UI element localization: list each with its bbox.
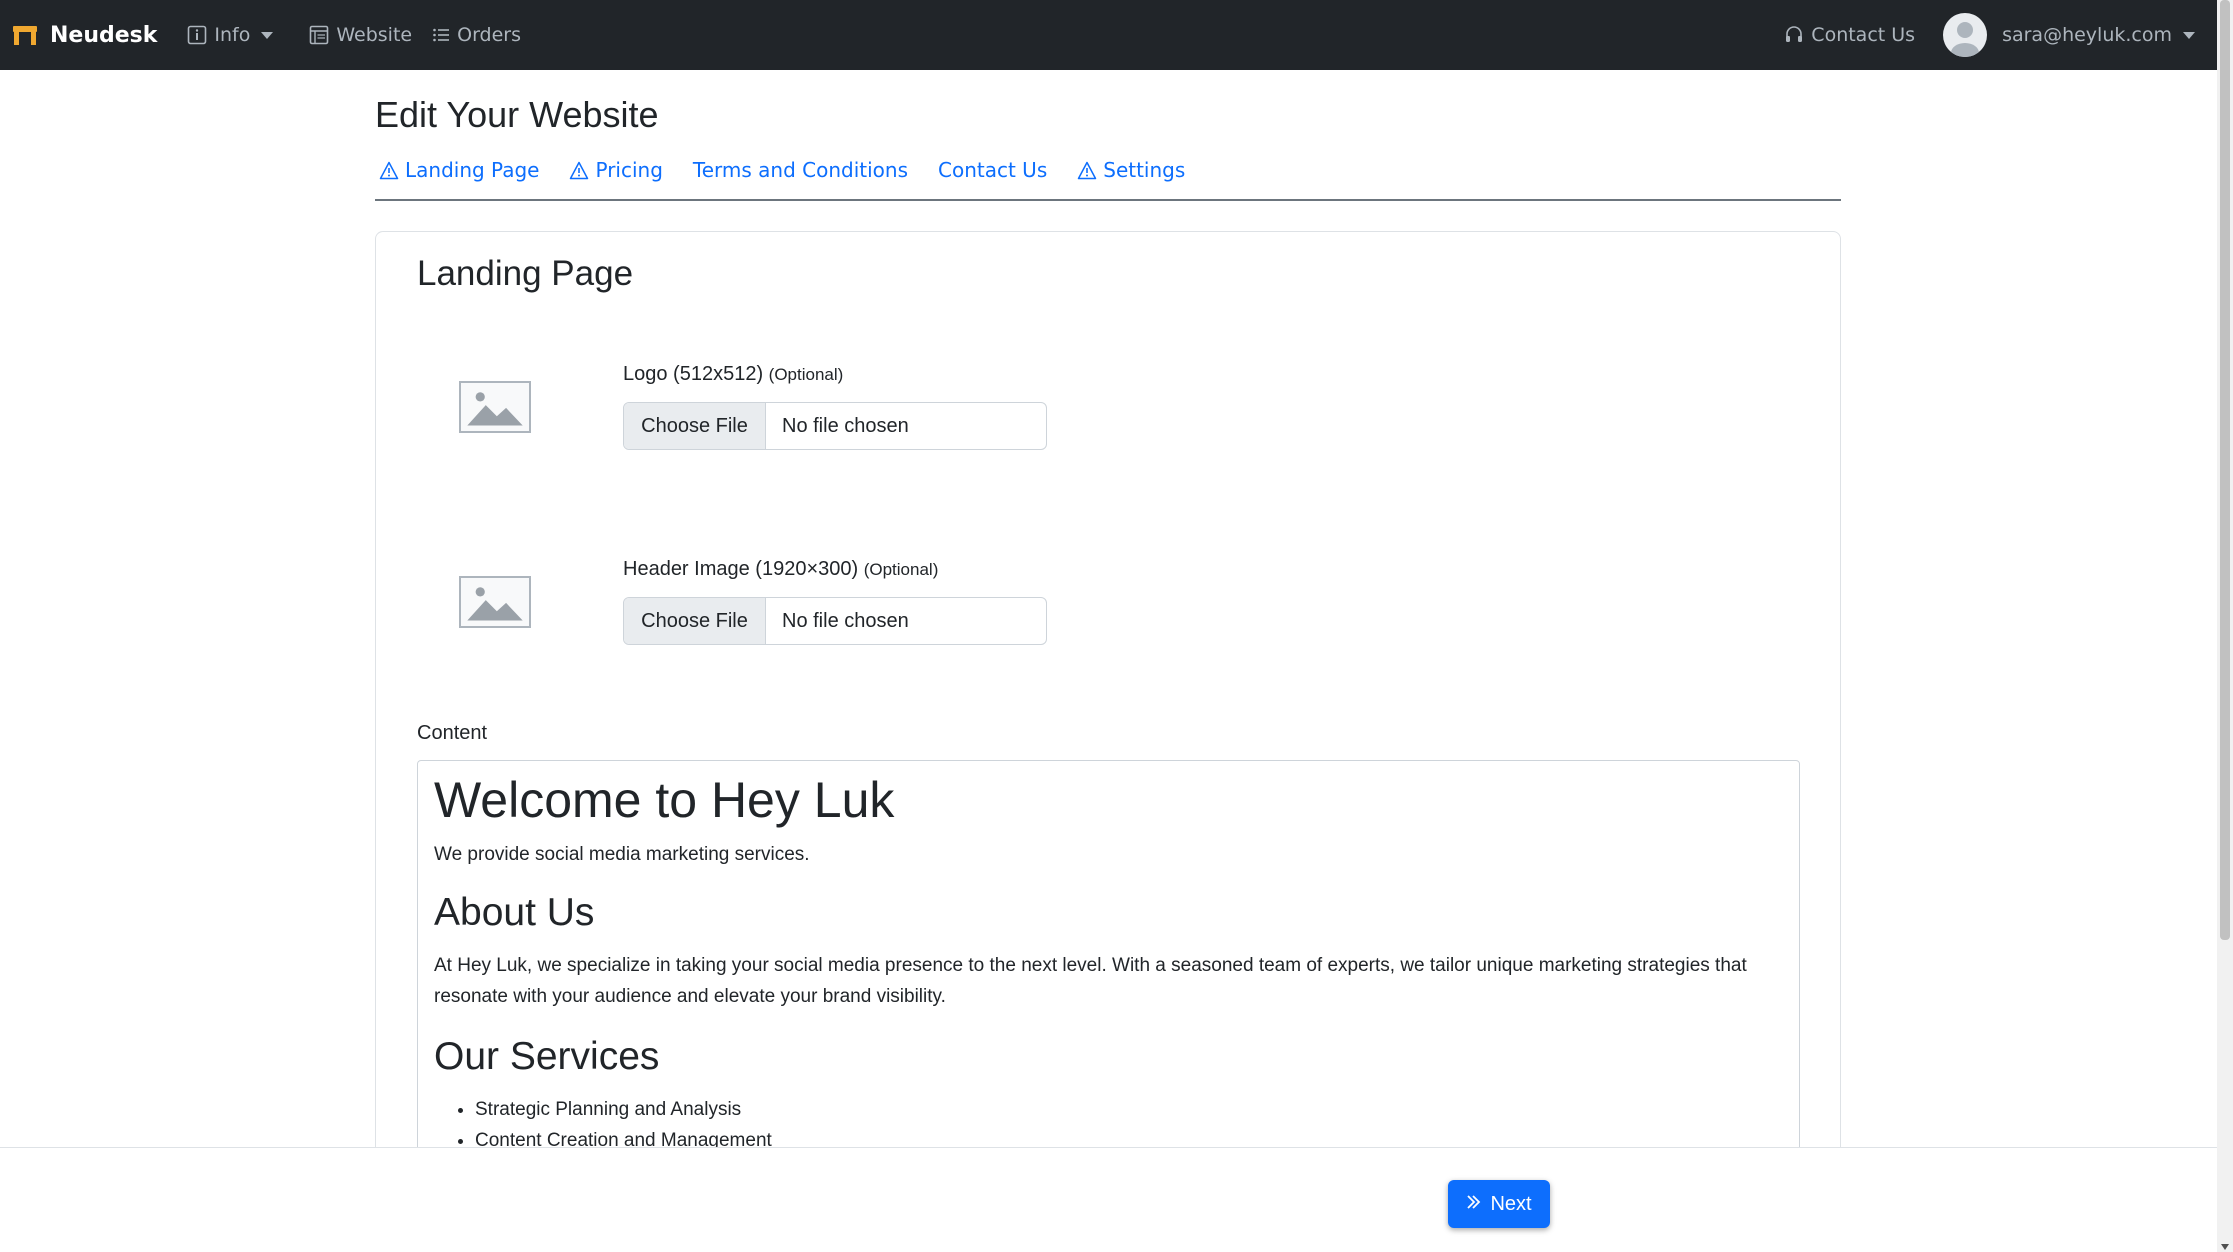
logo-label: Logo (512x512) (Optional): [623, 363, 843, 386]
tab-label: Settings: [1103, 158, 1186, 182]
header-image-label-text: Header Image (1920×300): [623, 558, 859, 580]
nav-info-dropdown[interactable]: Info: [187, 24, 274, 46]
page-scrollbar[interactable]: [2217, 0, 2233, 1252]
tab-label: Terms and Conditions: [692, 158, 909, 182]
editor-heading: Welcome to Hey Luk: [434, 772, 895, 828]
file-status: No file chosen: [782, 609, 909, 632]
sticky-footer: Next: [0, 1147, 2217, 1252]
card-title: Landing Page: [417, 254, 634, 293]
chevron-down-icon: [261, 31, 274, 39]
header-image-file-input[interactable]: Choose File No file chosen: [623, 597, 1047, 645]
list-item: Strategic Planning and Analysis: [475, 1094, 1783, 1125]
warning-icon: [379, 161, 399, 180]
tab-pricing[interactable]: Pricing: [565, 158, 663, 182]
tab-label: Pricing: [595, 158, 663, 182]
landing-page-card: Landing Page Logo (512x512) (Optional) C…: [375, 231, 1841, 1240]
user-menu-dropdown[interactable]: sara@heyluk.com: [1943, 13, 2195, 57]
choose-file-button[interactable]: Choose File: [624, 598, 766, 644]
tab-contact-us[interactable]: Contact Us: [934, 158, 1047, 182]
brand-name: Neudesk: [50, 22, 158, 48]
nav-orders[interactable]: Orders: [432, 24, 521, 46]
list-icon: [432, 26, 450, 44]
scrollbar-thumb[interactable]: [2220, 0, 2230, 940]
nav-contact-us[interactable]: Contact Us: [1784, 24, 1915, 46]
logo-file-input[interactable]: Choose File No file chosen: [623, 402, 1047, 450]
editor-services-heading: Our Services: [434, 1035, 660, 1078]
nav-info-label: Info: [214, 24, 251, 46]
choose-file-button[interactable]: Choose File: [624, 403, 766, 449]
section-tabs: Landing Page Pricing Terms and Condition…: [375, 158, 1841, 201]
header-preview-image-icon: [459, 576, 531, 628]
info-icon: [187, 25, 207, 45]
editor-intro: We provide social media marketing servic…: [434, 844, 810, 865]
page-title: Edit Your Website: [375, 94, 659, 135]
logo-preview-image-icon: [459, 381, 531, 433]
tab-landing-page[interactable]: Landing Page: [375, 158, 539, 182]
nav-website-label: Website: [336, 24, 413, 46]
nav-right: Contact Us sara@heyluk.com: [1784, 13, 2195, 57]
headset-icon: [1784, 25, 1804, 45]
editor-about-heading: About Us: [434, 891, 595, 934]
tab-settings[interactable]: Settings: [1073, 158, 1185, 182]
warning-icon: [569, 161, 589, 180]
logo-label-text: Logo (512x512): [623, 363, 764, 385]
header-image-label: Header Image (1920×300) (Optional): [623, 558, 938, 581]
optional-tag: (Optional): [863, 560, 939, 579]
editor-about-text: At Hey Luk, we specialize in taking your…: [434, 955, 1747, 1007]
content-label: Content: [417, 722, 488, 744]
website-icon: [309, 25, 329, 45]
double-chevron-right-icon: [1466, 1193, 1482, 1216]
nav-contact-label: Contact Us: [1811, 24, 1916, 46]
desk-icon: [12, 24, 38, 46]
user-email: sara@heyluk.com: [2002, 24, 2172, 46]
next-button[interactable]: Next: [1448, 1180, 1550, 1228]
nav-website[interactable]: Website: [309, 24, 412, 46]
file-status: No file chosen: [782, 414, 909, 437]
top-navbar: Neudesk Info Website Orders Contact Us s…: [0, 0, 2217, 70]
tab-terms-and-conditions[interactable]: Terms and Conditions: [689, 158, 908, 182]
nav-left: Info Website Orders: [187, 24, 521, 46]
tab-label: Landing Page: [405, 158, 540, 182]
tab-label: Contact Us: [938, 158, 1048, 182]
chevron-down-icon: [2183, 31, 2195, 39]
nav-orders-label: Orders: [457, 24, 522, 46]
warning-icon: [1077, 161, 1097, 180]
scroll-down-arrow-icon[interactable]: [2221, 1244, 2229, 1250]
viewport: Neudesk Info Website Orders Contact Us s…: [0, 0, 2233, 1252]
brand[interactable]: Neudesk: [12, 23, 157, 48]
next-label: Next: [1490, 1192, 1532, 1215]
avatar: [1943, 13, 1988, 57]
optional-tag: (Optional): [768, 365, 844, 384]
